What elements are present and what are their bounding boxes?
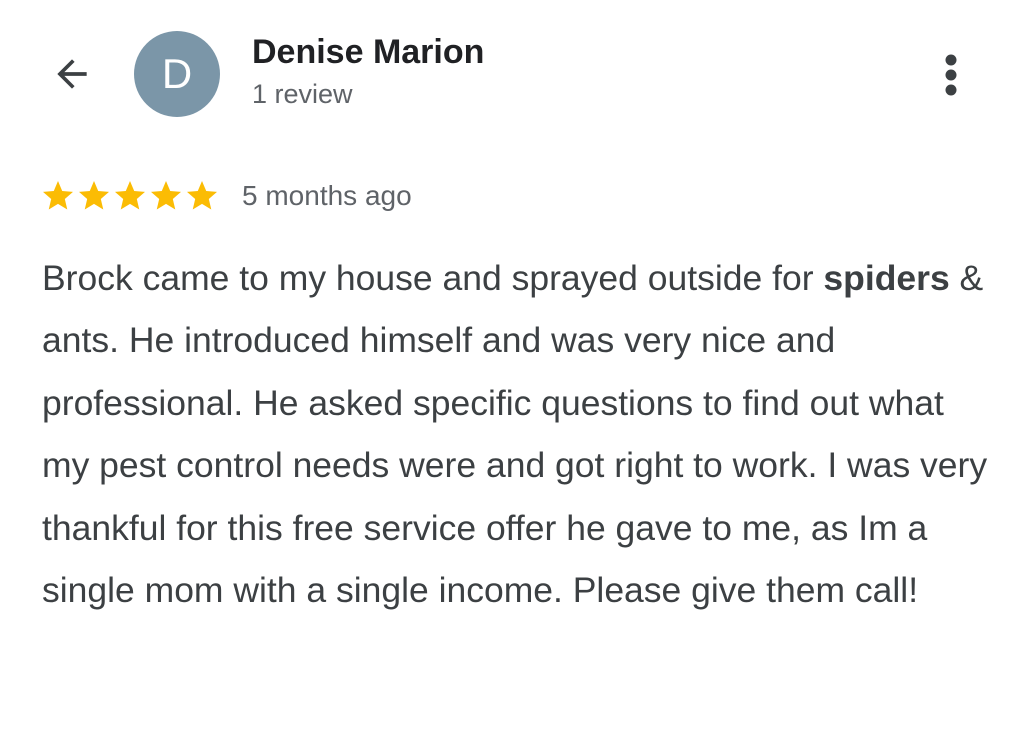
avatar[interactable]: D: [134, 31, 220, 117]
review-text-bold: spiders: [823, 258, 950, 298]
star-icon: [151, 181, 181, 210]
review-text: Brock came to my house and sprayed outsi…: [42, 247, 992, 621]
rating-row: 5 months ago: [40, 176, 412, 216]
arrow-back-icon: [57, 59, 87, 89]
review-text-part-1: Brock came to my house and sprayed outsi…: [42, 258, 824, 298]
review-text-part-2: & ants. He introduced himself and was ve…: [42, 258, 988, 611]
star-icon: [115, 181, 145, 210]
star-icon: [79, 181, 109, 210]
review-count: 1 review: [252, 79, 353, 109]
review-header: D Denise Marion 1 review: [0, 0, 1024, 150]
avatar-initial: D: [161, 50, 193, 97]
star-icon: [187, 181, 217, 210]
reviewer-name[interactable]: Denise Marion: [252, 32, 484, 72]
review-date: 5 months ago: [242, 180, 412, 211]
more-vert-icon: [945, 54, 957, 96]
more-options-button[interactable]: [926, 48, 976, 102]
star-icon: [43, 181, 73, 210]
star-rating: [40, 178, 220, 214]
back-button[interactable]: [44, 46, 100, 102]
